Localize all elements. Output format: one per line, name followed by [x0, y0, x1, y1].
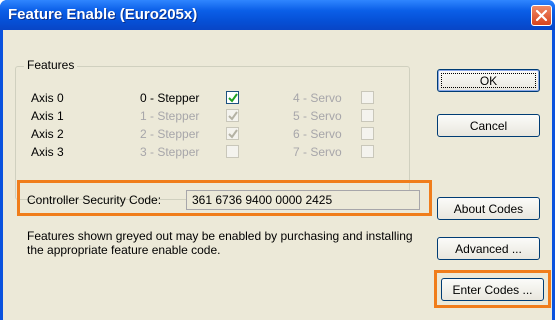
servo-label: 6 - Servo — [293, 127, 342, 141]
info-text: Features shown greyed out may be enabled… — [27, 229, 413, 257]
axis-label: Axis 0 — [31, 91, 64, 105]
axis1-stepper-checkbox[interactable] — [226, 109, 239, 122]
servo-label: 5 - Servo — [293, 109, 342, 123]
enter-codes-highlight — [434, 270, 551, 308]
focus-ring — [441, 73, 536, 88]
window-title: Feature Enable (Euro205x) — [8, 6, 198, 23]
stepper-label: 1 - Stepper — [140, 109, 200, 123]
axis1-servo-checkbox[interactable] — [361, 109, 374, 122]
security-code-highlight — [17, 180, 432, 216]
stepper-label: 2 - Stepper — [140, 127, 200, 141]
axis3-servo-checkbox[interactable] — [361, 145, 374, 158]
ok-button[interactable]: OK — [437, 69, 540, 92]
cancel-button[interactable]: Cancel — [437, 114, 540, 137]
title-bar[interactable]: Feature Enable (Euro205x) — [0, 0, 555, 30]
axis2-stepper-checkbox[interactable] — [226, 127, 239, 140]
advanced-button[interactable]: Advanced ... — [437, 237, 540, 260]
servo-label: 7 - Servo — [293, 145, 342, 159]
servo-label: 4 - Servo — [293, 91, 342, 105]
axis0-servo-checkbox[interactable] — [361, 91, 374, 104]
axis-label: Axis 3 — [31, 145, 64, 159]
cancel-button-label: Cancel — [469, 118, 508, 133]
close-button[interactable] — [531, 5, 552, 26]
feature-enable-dialog: Feature Enable (Euro205x) Features Axis … — [0, 0, 555, 320]
axis2-servo-checkbox[interactable] — [361, 127, 374, 140]
axis3-stepper-checkbox[interactable] — [226, 145, 239, 158]
advanced-button-label: Advanced ... — [455, 241, 522, 256]
axis-label: Axis 2 — [31, 127, 64, 141]
features-group-label: Features — [24, 58, 78, 72]
about-codes-button-label: About Codes — [453, 201, 524, 216]
axis-label: Axis 1 — [31, 109, 64, 123]
axis0-stepper-checkbox[interactable] — [226, 91, 239, 104]
stepper-label: 3 - Stepper — [140, 145, 200, 159]
stepper-label: 0 - Stepper — [140, 91, 200, 105]
about-codes-button[interactable]: About Codes — [437, 197, 540, 220]
